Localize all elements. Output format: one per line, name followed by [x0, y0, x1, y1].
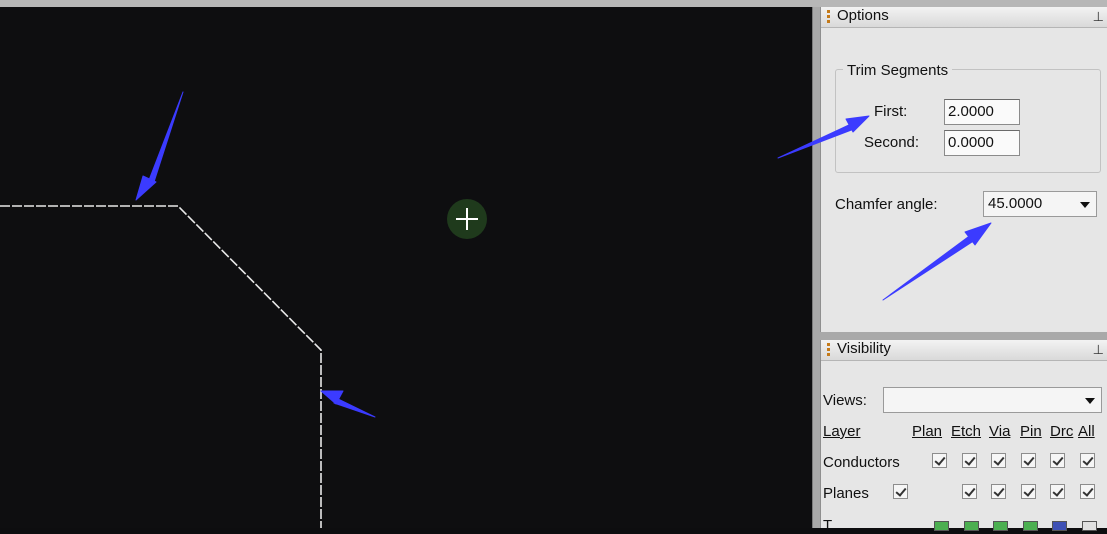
color-swatch[interactable]: [964, 521, 979, 531]
planes-all-checkbox[interactable]: [1080, 484, 1095, 499]
options-title: Options: [837, 7, 889, 24]
second-field[interactable]: 0.0000: [944, 130, 1020, 156]
first-field[interactable]: 2.0000: [944, 99, 1020, 125]
color-swatch[interactable]: [1082, 521, 1097, 531]
column-via[interactable]: Via: [989, 423, 1010, 440]
row-label-conductors: Conductors: [823, 454, 900, 471]
conductors-etch-checkbox[interactable]: [962, 453, 977, 468]
color-swatch[interactable]: [1023, 521, 1038, 531]
visibility-panel-header: Visibility ⊥: [821, 340, 1107, 361]
board-outline: [0, 205, 322, 528]
planes-via-checkbox[interactable]: [991, 484, 1006, 499]
conductors-all-checkbox[interactable]: [1080, 453, 1095, 468]
grip-icon[interactable]: [827, 343, 833, 356]
planes-drc-checkbox[interactable]: [1050, 484, 1065, 499]
conductors-via-checkbox[interactable]: [991, 453, 1006, 468]
planes-pin-checkbox[interactable]: [1021, 484, 1036, 499]
color-swatch[interactable]: [993, 521, 1008, 531]
design-canvas[interactable]: [0, 7, 812, 528]
conductors-plan-checkbox[interactable]: [932, 453, 947, 468]
options-panel: Options ⊥ Trim Segments First: 2.0000 Se…: [820, 7, 1107, 332]
color-swatch[interactable]: [1052, 521, 1067, 531]
pin-icon[interactable]: ⊥: [1093, 342, 1104, 358]
conductors-drc-checkbox[interactable]: [1050, 453, 1065, 468]
second-label: Second:: [864, 134, 920, 151]
views-label: Views:: [823, 392, 867, 409]
row-label-partial: T: [823, 517, 833, 534]
chamfer-angle-label: Chamfer angle:: [835, 196, 938, 213]
chevron-down-icon: [1080, 202, 1090, 208]
views-select[interactable]: [883, 387, 1102, 413]
visibility-title: Visibility: [837, 340, 891, 357]
planes-etch-checkbox[interactable]: [962, 484, 977, 499]
options-panel-header: Options ⊥: [821, 7, 1107, 28]
crosshair-icon: [447, 199, 487, 239]
pin-icon[interactable]: ⊥: [1093, 9, 1104, 25]
grip-icon[interactable]: [827, 10, 833, 23]
conductors-pin-checkbox[interactable]: [1021, 453, 1036, 468]
first-label: First:: [874, 103, 908, 120]
visibility-panel: Visibility ⊥ Views: Layer Plan Etch Via …: [820, 340, 1107, 534]
chamfer-angle-value: 45.0000: [988, 195, 1043, 212]
chamfer-angle-select[interactable]: 45.0000: [983, 191, 1097, 217]
planes-plan-checkbox[interactable]: [893, 484, 908, 499]
column-pin[interactable]: Pin: [1020, 423, 1042, 440]
color-swatch[interactable]: [934, 521, 949, 531]
trim-segments-title: Trim Segments: [843, 62, 953, 79]
chevron-down-icon: [1085, 398, 1095, 404]
column-plan[interactable]: Plan: [912, 423, 942, 440]
row-label-planes: Planes: [823, 485, 869, 502]
column-drc[interactable]: Drc: [1050, 423, 1073, 440]
column-layer[interactable]: Layer: [823, 423, 861, 440]
column-etch[interactable]: Etch: [951, 423, 981, 440]
column-all[interactable]: All: [1078, 423, 1095, 440]
panel-gap: [820, 332, 1107, 340]
